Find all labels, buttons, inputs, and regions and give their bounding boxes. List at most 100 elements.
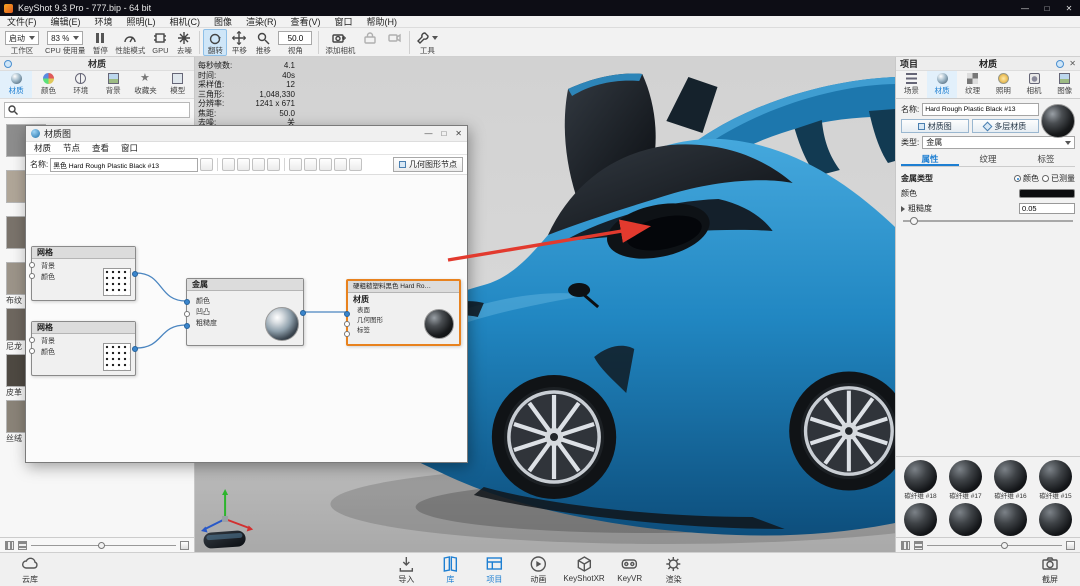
denoise-button[interactable]: 去噪 <box>172 29 196 56</box>
keyshotxr-button[interactable]: KeyShotXR <box>560 554 607 585</box>
material-graph-titlebar[interactable]: 材质图 — □ ✕ <box>26 126 467 142</box>
copy-icon[interactable] <box>304 158 318 171</box>
menu-edit[interactable]: 编辑(E) <box>44 15 88 28</box>
maximize-button[interactable]: □ <box>441 129 446 138</box>
input-port[interactable] <box>184 311 190 317</box>
menu-render[interactable]: 渲染(R) <box>239 15 284 28</box>
filter-icon[interactable] <box>180 540 189 550</box>
input-port[interactable] <box>184 299 190 305</box>
input-port[interactable] <box>29 337 35 343</box>
thumbnail-size-slider[interactable] <box>31 541 176 549</box>
camera-cycle-button[interactable] <box>382 29 406 56</box>
workspace-dropdown[interactable]: 启动 工作区 <box>2 29 42 56</box>
material-type-select[interactable]: 金属 <box>922 136 1075 149</box>
minimize-button[interactable]: — <box>1014 0 1036 16</box>
menu-help[interactable]: 帮助(H) <box>360 15 405 28</box>
filter-icon[interactable] <box>1066 540 1075 550</box>
tumble-button[interactable]: 翻转 <box>203 29 228 56</box>
auto-layout-icon[interactable] <box>252 158 266 171</box>
input-port[interactable] <box>29 348 35 354</box>
tab-colors[interactable]: 颜色 <box>32 71 64 98</box>
menu-lighting[interactable]: 照明(L) <box>120 15 163 28</box>
tab-backplates[interactable]: 背景 <box>97 71 129 98</box>
fov-input[interactable] <box>278 31 313 45</box>
pan-button[interactable]: 平移 <box>227 29 251 56</box>
material-name-input[interactable] <box>922 103 1039 116</box>
cut-icon[interactable] <box>289 158 303 171</box>
material-graph-button[interactable]: 材质图 <box>901 119 969 133</box>
gpu-button[interactable]: GPU <box>148 29 172 56</box>
menu-view[interactable]: 查看(V) <box>284 15 328 28</box>
radio-color[interactable] <box>1014 175 1021 182</box>
menu-view[interactable]: 查看 <box>86 142 115 154</box>
tab-scene[interactable]: 场景 <box>896 71 927 98</box>
tab-models[interactable]: 模型 <box>162 71 194 98</box>
geometry-node-button[interactable]: 几何图形节点 <box>393 157 463 172</box>
library-material[interactable] <box>943 503 988 536</box>
input-port[interactable] <box>344 311 350 317</box>
color-swatch[interactable] <box>1019 189 1075 198</box>
maximize-button[interactable]: □ <box>1036 0 1058 16</box>
grid-snap-icon[interactable] <box>267 158 281 171</box>
save-icon[interactable] <box>200 158 214 171</box>
menu-camera[interactable]: 相机(C) <box>163 15 208 28</box>
library-button[interactable]: 库 <box>428 554 472 585</box>
output-port[interactable] <box>300 310 306 316</box>
project-button[interactable]: 项目 <box>472 554 516 585</box>
cloud-library-button[interactable]: 云库 <box>8 554 52 585</box>
library-material[interactable]: 碳纤维 #16 <box>988 460 1033 501</box>
menu-image[interactable]: 图像 <box>207 15 239 28</box>
grid-view-icon[interactable] <box>5 540 14 550</box>
list-view-icon[interactable] <box>914 540 923 550</box>
tab-favorites[interactable]: ★ 收藏夹 <box>129 71 161 98</box>
menu-material[interactable]: 材质 <box>28 142 57 154</box>
animation-button[interactable]: 动画 <box>516 554 560 585</box>
settings-icon[interactable] <box>349 158 363 171</box>
node-material-root[interactable]: 硬粗糙塑料黑色 Hard Ro… 材质 表面 几何图形 标签 <box>344 279 461 346</box>
multi-material-button[interactable]: 多层材质 <box>971 119 1039 133</box>
menu-window[interactable]: 窗口 <box>328 15 360 28</box>
input-port[interactable] <box>344 331 350 337</box>
input-port[interactable] <box>184 323 190 329</box>
add-camera-button[interactable]: 添加相机 <box>322 29 358 56</box>
screenshot-button[interactable]: 截屏 <box>1028 554 1072 585</box>
grid-view-icon[interactable] <box>901 540 910 550</box>
radio-measured[interactable] <box>1042 175 1049 182</box>
node-grid-1[interactable]: 网格 背景 颜色 <box>29 246 138 301</box>
import-button[interactable]: 导入 <box>384 554 428 585</box>
roughness-input[interactable] <box>1019 203 1075 214</box>
dolly-button[interactable]: 推移 <box>251 29 275 56</box>
menu-file[interactable]: 文件(F) <box>0 15 44 28</box>
material-preview-sphere[interactable] <box>1041 104 1075 138</box>
close-button[interactable]: ✕ <box>1058 0 1080 16</box>
camera-lock-button[interactable] <box>358 29 382 56</box>
close-icon[interactable]: ✕ <box>1069 59 1076 68</box>
zoom-in-icon[interactable] <box>222 158 236 171</box>
cpu-usage-dropdown[interactable]: 83 % CPU 使用量 <box>42 29 88 56</box>
tab-camera[interactable]: 相机 <box>1019 71 1050 98</box>
library-material[interactable]: 碳纤维 #18 <box>898 460 943 501</box>
car-front-wheel[interactable] <box>492 375 616 499</box>
thumbnail-size-slider[interactable] <box>927 541 1062 549</box>
library-material[interactable] <box>1033 503 1078 536</box>
subtab-labels[interactable]: 标签 <box>1017 152 1075 166</box>
material-graph-window[interactable]: 材质图 — □ ✕ 材质 节点 查看 窗口 名称: 黑色 Hard Rough … <box>25 125 468 463</box>
subtab-textures[interactable]: 纹理 <box>959 152 1017 166</box>
tab-material[interactable]: 材质 <box>926 71 958 98</box>
menu-environment[interactable]: 环境 <box>88 15 120 28</box>
menu-node[interactable]: 节点 <box>57 142 86 154</box>
pin-icon[interactable] <box>4 59 12 68</box>
tab-environments[interactable]: 环境 <box>65 71 97 98</box>
preview-icon[interactable] <box>334 158 348 171</box>
tab-image[interactable]: 图像 <box>1049 71 1080 98</box>
close-button[interactable]: ✕ <box>455 129 462 138</box>
keyvr-button[interactable]: KeyVR <box>608 554 652 585</box>
pin-icon[interactable] <box>1056 59 1065 68</box>
render-button[interactable]: 渲染 <box>652 554 696 585</box>
library-material[interactable]: 碳纤维 #17 <box>943 460 988 501</box>
performance-mode-button[interactable]: 性能模式 <box>112 29 148 56</box>
tab-lighting[interactable]: 照明 <box>988 71 1019 98</box>
input-port[interactable] <box>29 273 35 279</box>
input-port[interactable] <box>29 262 35 268</box>
node-metal[interactable]: 金属 颜色 凹凸 粗糙度 <box>184 278 306 346</box>
